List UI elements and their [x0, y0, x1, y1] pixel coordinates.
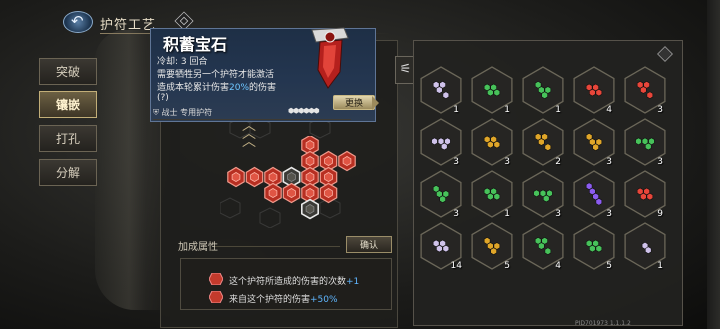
damage-percent: 20% [229, 83, 250, 93]
gem-count: 5 [504, 261, 510, 271]
gem-count: 4 [555, 261, 561, 271]
bonus-line-1: 这个护符所造成的伤害的次数+1 [229, 274, 359, 287]
gem-slot[interactable]: 1 [468, 168, 516, 220]
gem-count: 2 [555, 157, 561, 167]
gem-count: 3 [453, 157, 459, 167]
menu-item-punch[interactable]: 打孔 [39, 125, 97, 152]
bonus-line-1-value: +1 [346, 277, 360, 287]
bonus-divider [215, 246, 340, 247]
menu-item-decompose[interactable]: 分解 [39, 159, 97, 186]
amulet-art-icon [311, 27, 349, 89]
inlay-board[interactable] [226, 136, 356, 228]
gem-slot[interactable]: 3 [417, 116, 465, 168]
gem-bonus-icon [209, 273, 223, 285]
cooldown-line: 冷却: 3 回合 [157, 54, 208, 67]
screen-edge [707, 0, 720, 329]
gem-count: 3 [606, 209, 612, 219]
help-hint[interactable]: (?) [157, 93, 169, 103]
gem-slot[interactable]: 3 [468, 116, 516, 168]
gem-slot[interactable]: 3 [570, 168, 618, 220]
filter-tab-icon[interactable]: ⚟ [395, 56, 415, 84]
gem-slot[interactable]: 3 [621, 64, 669, 116]
dedicated-label: 战士 专用护符 [161, 108, 213, 117]
menu-item-inlay[interactable]: 镶嵌 [39, 91, 97, 118]
description-line-1: 需要牺牲另一个护符才能激活 [157, 70, 275, 80]
cooldown-unit: 回合 [189, 57, 208, 67]
build-id: PID701973 1.1.1.2 [575, 320, 631, 327]
gem-count: 1 [453, 105, 459, 115]
inlaid-red-gem[interactable] [264, 182, 282, 204]
gem-count: 3 [606, 157, 612, 167]
inlaid-red-gem[interactable] [338, 150, 356, 172]
gem-count: 1 [504, 209, 510, 219]
confirm-button[interactable]: 确认 [346, 236, 392, 253]
gem-count: 1 [555, 105, 561, 115]
gem-slot[interactable]: 3 [621, 116, 669, 168]
gem-slot[interactable]: 3 [570, 116, 618, 168]
gem-slot[interactable]: 3 [417, 168, 465, 220]
gem-count: 1 [504, 105, 510, 115]
cooldown-value: 3 [180, 57, 187, 67]
rank-pips-icon: ⬢⬢⬢⬢⬢⬢ [288, 107, 320, 115]
description-text-end: 的伤害 [249, 83, 277, 93]
gem-slot[interactable]: 3 [519, 168, 567, 220]
back-button[interactable]: ↶ [63, 11, 93, 33]
gem-count: 3 [555, 209, 561, 219]
gem-slot[interactable]: 4 [519, 220, 567, 272]
shield-icon: ⛨ [153, 108, 162, 117]
inlaid-red-gem[interactable] [282, 182, 301, 204]
gem-count: 1 [657, 261, 663, 271]
gem-slot[interactable]: 1 [519, 64, 567, 116]
menu-item-breakthrough[interactable]: 突破 [39, 58, 97, 85]
page-title: 护符工艺 [100, 18, 157, 33]
gem-count: 14 [450, 261, 462, 271]
inlaid-red-gem[interactable] [245, 166, 264, 188]
game-screen: ↶ 护符工艺 突破 镶嵌 打孔 分解 积蓄宝石 冷却: 3 回合 需要牺牲另一个… [0, 0, 720, 329]
empty-socket[interactable] [301, 198, 319, 220]
bonus-line-2: 来自这个护符的伤害+50% [229, 292, 338, 305]
bonus-line-2-value: +50% [310, 295, 338, 305]
back-arrow-icon: ↶ [71, 12, 84, 30]
gem-count: 3 [504, 157, 510, 167]
cooldown-label: 冷却: [157, 57, 179, 67]
gem-count: 3 [453, 209, 459, 219]
gem-count: 4 [606, 105, 612, 115]
gem-slot[interactable]: 4 [570, 64, 618, 116]
gem-count: 3 [657, 105, 663, 115]
swap-arrow-icon [372, 96, 379, 110]
bonus-label: 加成属性 [178, 242, 218, 253]
inlaid-red-gem[interactable] [227, 166, 245, 188]
gem-bonus-icon [209, 291, 223, 303]
description-text: 造成本轮累计伤害 [157, 83, 230, 93]
inlaid-red-gem[interactable] [319, 182, 338, 204]
bonus-attributes-box: 这个护符所造成的伤害的次数+1 来自这个护符的伤害+50% [180, 258, 392, 310]
bonus-line-2-text: 来自这个护符的伤害 [229, 295, 311, 305]
gem-count: 9 [657, 209, 663, 219]
gem-name: 积蓄宝石 [163, 35, 228, 54]
gem-slot[interactable]: 9 [621, 168, 669, 220]
gem-slot[interactable]: 1 [621, 220, 669, 272]
gem-count: 3 [657, 157, 663, 167]
gem-count: 5 [606, 261, 612, 271]
gem-slot[interactable]: 1 [417, 64, 465, 116]
gem-slot[interactable]: 2 [519, 116, 567, 168]
gem-slot[interactable]: 14 [417, 220, 465, 272]
description-line-2: 造成本轮累计伤害20%的伤害 [157, 80, 276, 93]
gem-slot[interactable]: 1 [468, 64, 516, 116]
bonus-line-1-text: 这个护符所造成的伤害的次数 [229, 277, 347, 287]
gem-slot[interactable]: 5 [468, 220, 516, 272]
gem-slot[interactable]: 5 [570, 220, 618, 272]
